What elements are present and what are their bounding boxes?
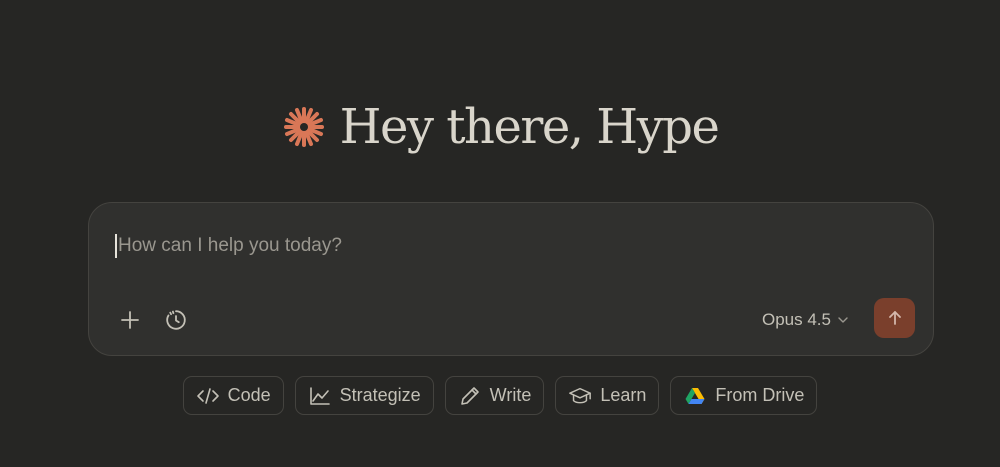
suggestion-chips: Code Strategize Write Learn From Drive <box>0 376 1000 415</box>
add-icon <box>121 311 139 329</box>
text-caret <box>115 234 117 258</box>
arrow-up-icon <box>888 311 901 325</box>
graduation-cap-icon <box>568 384 592 408</box>
message-input-placeholder: How can I help you today? <box>118 235 342 256</box>
chip-label: Code <box>227 385 271 405</box>
claude-starburst-icon <box>282 105 326 149</box>
history-icon <box>166 310 186 330</box>
history-button[interactable] <box>159 303 193 337</box>
composer-tools <box>113 303 193 337</box>
chip-label: Learn <box>600 385 647 405</box>
chip-from-drive[interactable]: From Drive <box>670 376 818 415</box>
chip-label: From Drive <box>715 385 805 405</box>
message-composer[interactable]: How can I help you today? Opus 4.5 <box>88 202 934 356</box>
code-icon <box>196 384 220 408</box>
google-drive-icon <box>683 384 707 408</box>
chip-label: Write <box>489 385 532 405</box>
chip-strategize[interactable]: Strategize <box>294 376 434 415</box>
new-chat-page: Hey there, Hype How can I help you today… <box>0 0 1000 467</box>
chip-label: Strategize <box>339 385 421 405</box>
chevron-down-icon <box>838 317 848 323</box>
chip-write[interactable]: Write <box>444 376 545 415</box>
pencil-icon <box>458 384 482 408</box>
greeting: Hey there, Hype <box>0 92 1000 162</box>
chip-learn[interactable]: Learn <box>555 376 660 415</box>
greeting-title: Hey there, Hype <box>339 99 720 155</box>
model-label: Opus 4.5 <box>762 310 831 329</box>
model-selector[interactable]: Opus 4.5 <box>756 305 855 335</box>
add-button[interactable] <box>113 303 147 337</box>
line-chart-icon <box>308 384 332 408</box>
send-button[interactable] <box>874 298 915 338</box>
message-input[interactable]: How can I help you today? <box>115 233 907 259</box>
chip-code[interactable]: Code <box>182 376 284 415</box>
